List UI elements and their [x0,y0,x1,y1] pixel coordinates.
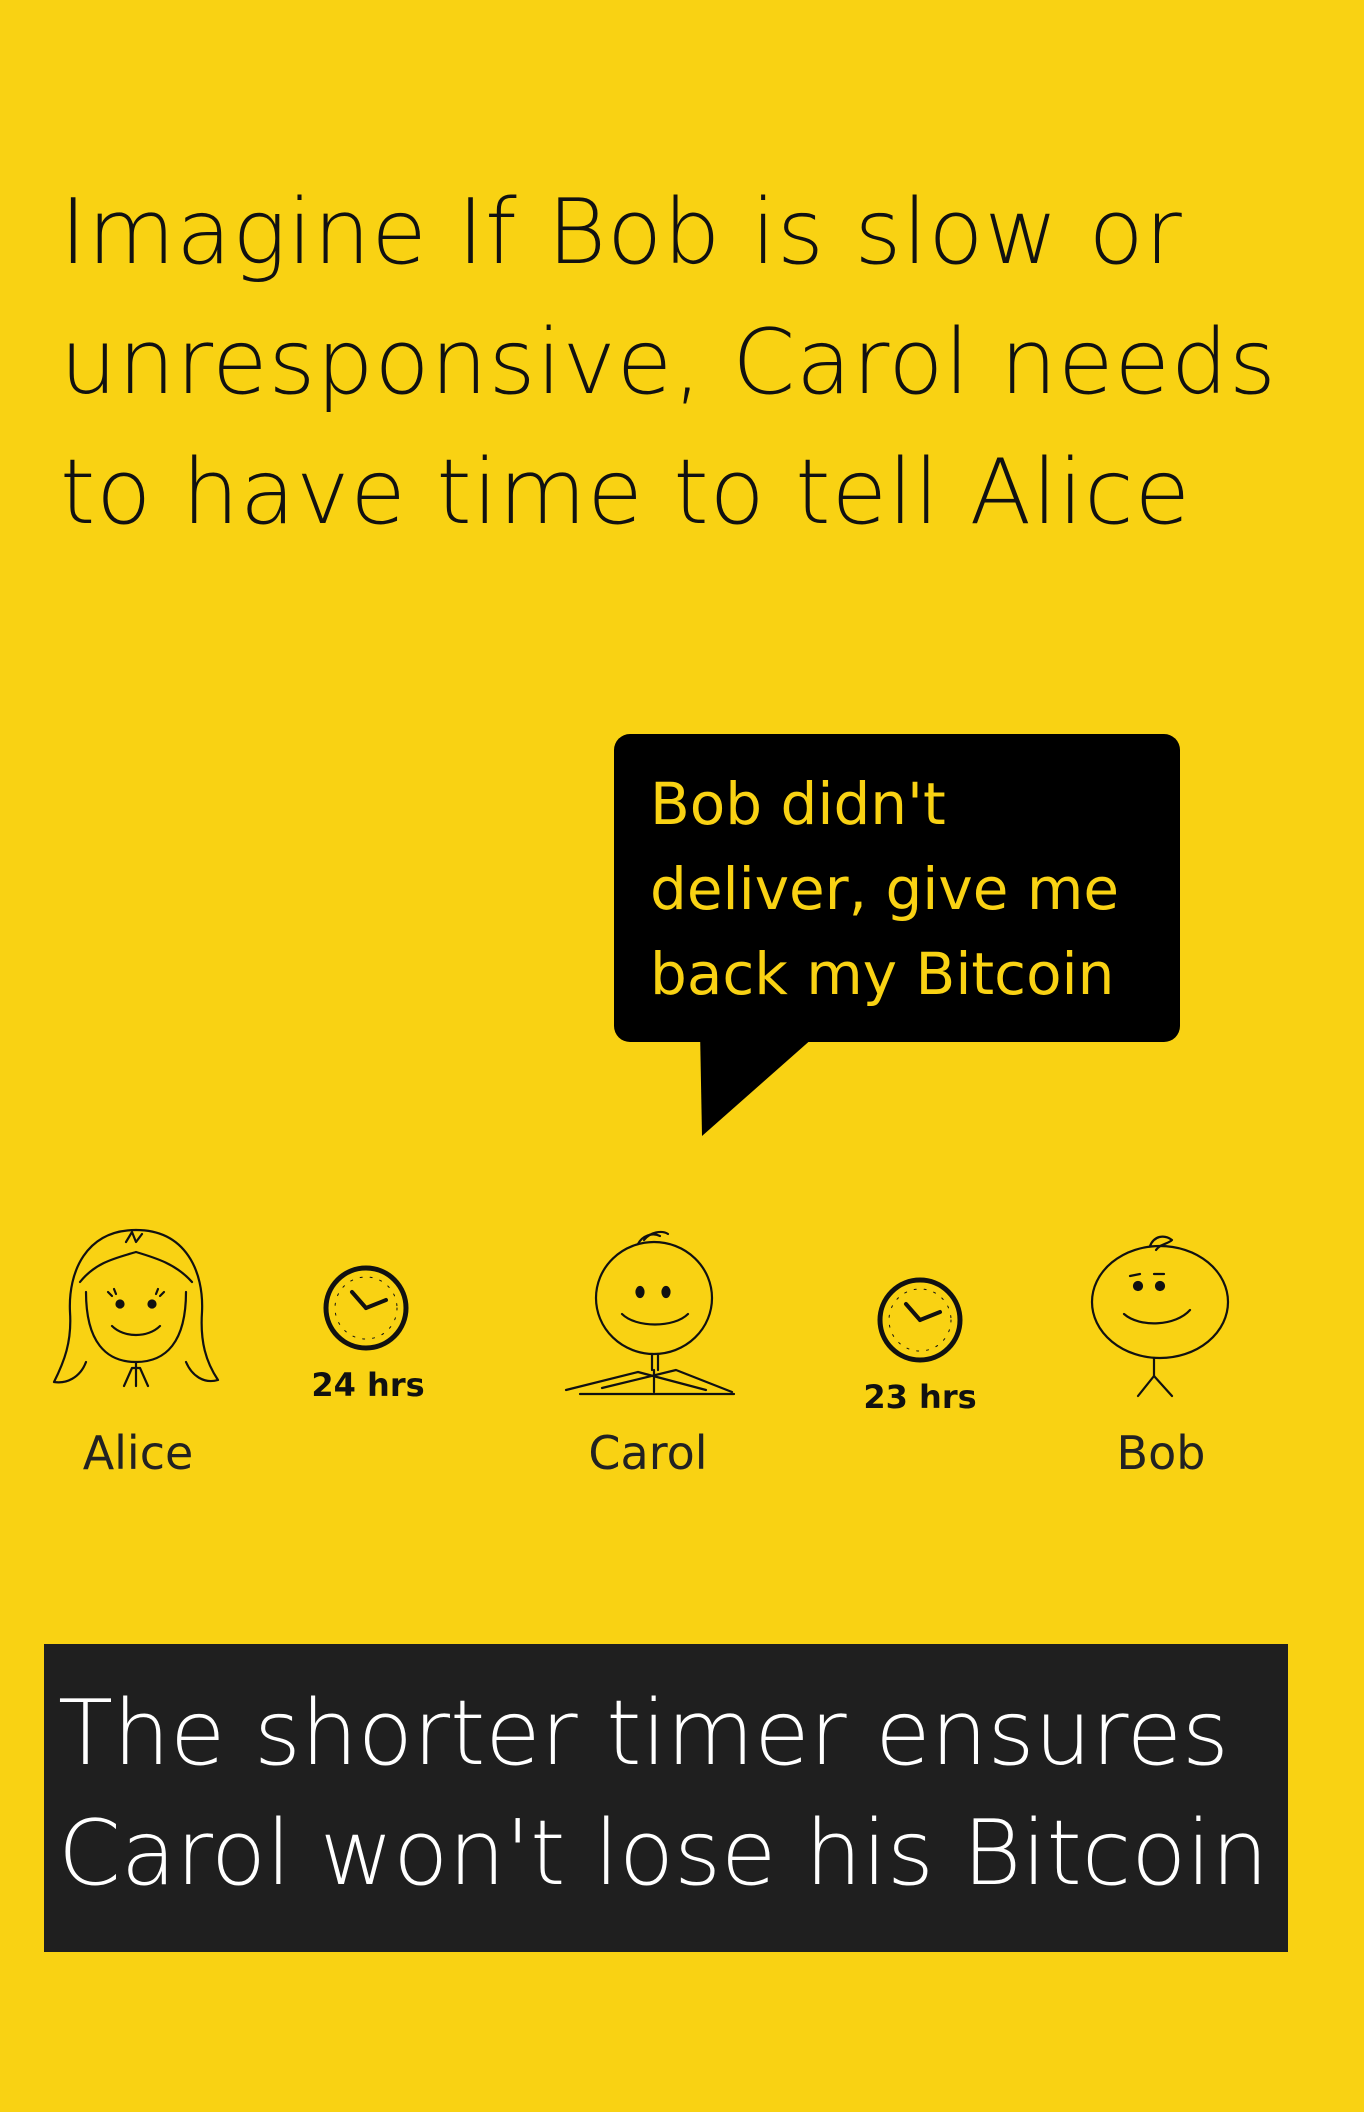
headline: Imagine If Bob is slow or unresponsive, … [60,180,1277,545]
conclusion-text: The shorter timer ensures Carol won't lo… [58,1674,1298,1914]
speech-bubble: Bob didn't deliver, give me back my Bitc… [614,734,1180,1042]
conclusion-line-2: Carol won't lose his Bitcoin [58,1801,1269,1906]
alice-label: Alice [82,1426,194,1480]
conclusion-banner: The shorter timer ensures Carol won't lo… [44,1644,1288,1952]
bob-figure [1090,1235,1230,1398]
speech-bubble-text: Bob didn't deliver, give me back my Bitc… [650,762,1170,1017]
speech-bubble-line-3: back my Bitcoin [650,940,1115,1008]
carol-label: Carol [588,1426,708,1480]
clock-icon [877,1277,963,1363]
alice-figure [52,1228,220,1388]
clock-icon [323,1265,409,1351]
timer-label-24: 24 hrs [311,1366,425,1404]
speech-bubble-line-1: Bob didn't [650,770,946,838]
timer-label-23: 23 hrs [863,1378,977,1416]
conclusion-line-1: The shorter timer ensures [58,1681,1229,1786]
bob-label: Bob [1116,1426,1206,1480]
carol-figure [564,1230,736,1396]
speech-bubble-line-2: deliver, give me [650,855,1120,923]
